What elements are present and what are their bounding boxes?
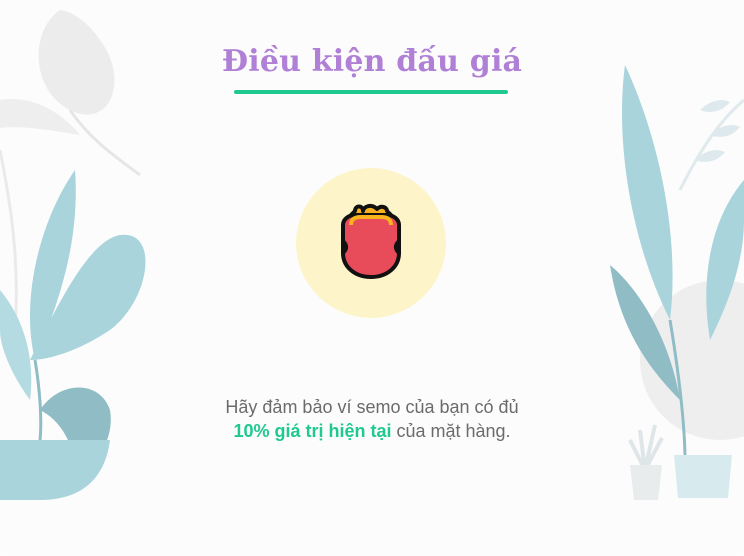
message-line-2-rest: của mặt hàng.	[391, 421, 511, 441]
dialog-title: Điều kiện đấu giá	[0, 44, 744, 79]
message-line-1: Hãy đảm bảo ví semo của bạn có đủ	[225, 397, 519, 417]
dialog-title-text: Điều kiện đấu giá	[221, 44, 523, 79]
dialog-message: Hãy đảm bảo ví semo của bạn có đủ 10% gi…	[0, 395, 744, 443]
message-line-2: 10% giá trị hiện tại của mặt hàng.	[0, 419, 744, 443]
wallet-icon-badge	[296, 168, 446, 318]
message-highlight: 10% giá trị hiện tại	[233, 421, 392, 441]
auction-conditions-dialog: Điều kiện đấu giá Hãy đảm bảo ví semo củ…	[0, 0, 744, 556]
wallet-icon	[341, 203, 401, 279]
title-underline	[234, 90, 508, 94]
